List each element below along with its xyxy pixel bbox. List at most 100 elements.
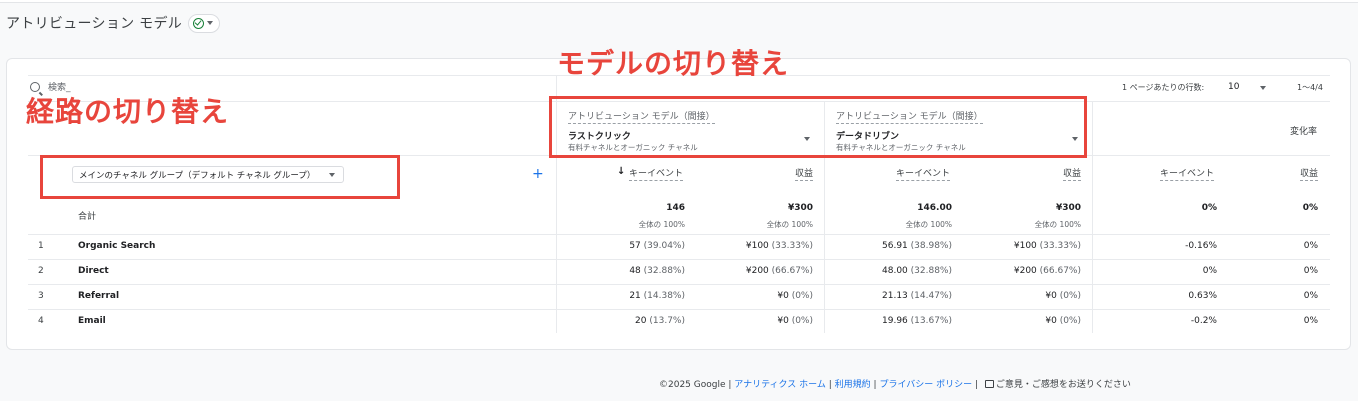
annotation-model-switch: モデルの切り替え [557,47,790,80]
cell-percent: (66.67%) [1039,266,1081,276]
search-input[interactable] [48,80,248,96]
footer-link-privacy[interactable]: プライバシー ポリシー [879,380,972,390]
total-change: 0% [1201,203,1217,213]
cell-percent: (13.7%) [649,316,685,326]
row-index: 3 [38,291,44,301]
cell-change-revenue: 0% [1304,241,1318,251]
cell-value: 48 [629,266,641,276]
total-label: 合計 [78,212,97,222]
cell-change-key-event: -0.16% [1185,241,1217,251]
cell-value: ¥0 [1045,291,1057,301]
cell-m1-revenue: ¥200 (66.67%) [746,266,813,276]
cell-m1-key-event: 57 (39.04%) [629,241,685,251]
search-icon [30,82,40,92]
cell-change-revenue: 0% [1304,266,1318,276]
feedback-icon [984,380,994,388]
cell-change-key-event: 0.63% [1188,291,1217,301]
cell-change-revenue: 0% [1304,316,1318,326]
cell-percent: (66.67%) [771,266,813,276]
cell-percent: (14.38%) [643,291,685,301]
cell-m2-revenue: ¥0 (0%) [1045,291,1081,301]
caret-down-icon [207,21,214,25]
column-divider [1092,102,1093,333]
footer-link-home[interactable]: アナリティクス ホーム [734,380,826,390]
cell-value: ¥100 [745,241,769,251]
cell-m2-revenue: ¥0 (0%) [1045,316,1081,326]
cell-percent: (33.33%) [771,241,813,251]
annotation-model-box [549,96,1087,158]
cell-value: 48.00 [882,266,908,276]
row-channel[interactable]: Referral [78,291,119,301]
rows-per-page-label: 1 ページあたりの行数: [1122,83,1205,92]
cell-m1-revenue: ¥0 (0%) [777,291,813,301]
footer-link-terms[interactable]: 利用規約 [835,380,871,390]
cell-value: -0.2% [1190,316,1217,326]
cell-value: ¥200 [745,266,769,276]
status-dropdown[interactable] [188,13,221,33]
cell-percent: (13.67%) [910,316,952,326]
cell-percent: (14.47%) [910,291,952,301]
cell-value: ¥0 [1045,316,1057,326]
cell-m1-key-event: 20 (13.7%) [635,316,685,326]
row-channel[interactable]: Email [78,316,106,326]
cell-m2-key-event: 21.13 (14.47%) [882,291,952,301]
cell-value: ¥200 [1013,266,1037,276]
footer: ©2025 Google | アナリティクス ホーム | 利用規約 | プライバ… [659,380,1131,390]
cell-value: 21 [629,291,641,301]
annotation-path-switch: 経路の切り替え [26,95,230,128]
cell-m1-revenue: ¥0 (0%) [777,316,813,326]
cell-value: 0% [1303,241,1318,251]
cell-m1-key-event: 21 (14.38%) [629,291,685,301]
cell-m1-revenue: ¥100 (33.33%) [746,241,813,251]
cell-percent: (0%) [1059,291,1081,301]
change-rate-header: 変化率 [1290,127,1318,137]
row-divider [28,234,1330,235]
row-channel[interactable]: Organic Search [78,241,155,251]
metric-header-revenue[interactable]: 収益 [1063,166,1082,181]
footer-copyright: ©2025 Google | [659,380,732,390]
cell-value: 0% [1303,266,1318,276]
total-share: 全体の 100% [1034,220,1081,229]
total-share: 全体の 100% [905,220,952,229]
cell-value: 19.96 [882,316,908,326]
top-bar [0,0,1358,3]
footer-feedback[interactable]: ご意見・ご感想をお送りください [996,380,1131,390]
row-channel[interactable]: Direct [78,266,109,276]
cell-percent: (39.04%) [643,241,685,251]
cell-change-key-event: 0% [1203,266,1217,276]
metric-header-revenue[interactable]: 収益 [795,166,814,181]
cell-change-revenue: 0% [1304,291,1318,301]
page-title: アトリビューション モデル [6,16,183,32]
cell-percent: (33.33%) [1039,241,1081,251]
metric-header-key-event[interactable]: キーイベント [1160,166,1215,181]
cell-percent: (38.98%) [910,241,952,251]
row-divider [28,284,1330,285]
cell-percent: (0%) [1059,316,1081,326]
total-value: ¥300 [787,203,813,213]
total-share: 全体の 100% [638,220,685,229]
cell-percent: (0%) [791,291,813,301]
metric-header-key-event[interactable]: キーイベント [896,166,951,181]
sort-desc-icon[interactable]: ↓ [617,166,625,177]
cell-m2-key-event: 19.96 (13.67%) [882,316,952,326]
metric-header-revenue[interactable]: 収益 [1300,166,1319,181]
cell-value: -0.16% [1185,241,1217,251]
pagination-range: 1〜4/4 [1297,83,1323,92]
cell-value: ¥100 [1013,241,1037,251]
add-dimension-icon[interactable]: + [532,167,544,181]
cell-change-key-event: -0.2% [1191,316,1217,326]
total-value: 146.00 [917,203,952,213]
cell-percent: (32.88%) [910,266,952,276]
row-index: 2 [38,266,44,276]
cell-value: 0.63% [1188,291,1217,301]
cell-value: 0% [1303,291,1318,301]
rows-per-page-value[interactable]: 10 [1228,82,1239,92]
total-share: 全体の 100% [766,220,813,229]
annotation-path-box [40,155,400,199]
cell-value: 21.13 [882,291,908,301]
metric-header-key-event[interactable]: キーイベント [629,166,684,181]
row-divider [28,259,1330,260]
total-value: ¥300 [1055,203,1081,213]
rows-per-page-dropdown-icon[interactable] [1260,86,1266,90]
cell-value: 57 [629,241,641,251]
